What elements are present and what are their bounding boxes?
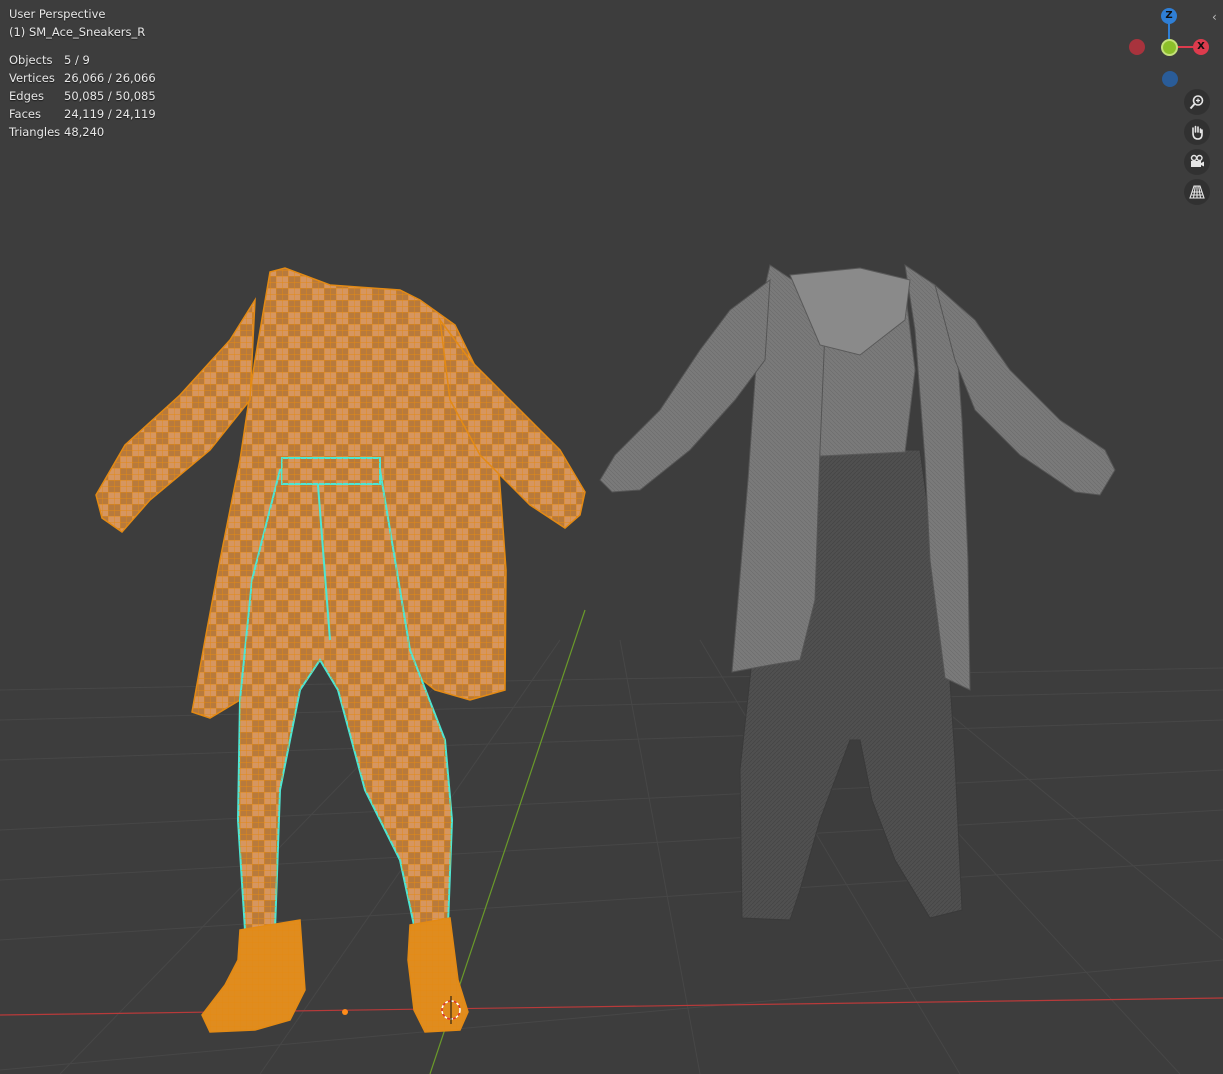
x-axis-line (0, 997, 1223, 1016)
unselected-outfit-mesh[interactable] (599, 263, 1116, 921)
stat-value: 26,066 / 26,066 (64, 71, 156, 85)
stat-label: Triangles (9, 125, 61, 139)
stat-label: Objects (9, 53, 53, 67)
stat-value: 50,085 / 50,085 (64, 89, 156, 103)
view-name: User Perspective (9, 7, 106, 21)
stat-row-vertices: Vertices 26,066 / 26,066 (9, 69, 156, 87)
zoom-button[interactable] (1184, 89, 1210, 115)
object-origin-dot (342, 1009, 348, 1015)
stat-value: 48,240 (64, 125, 105, 139)
active-object-name: (1) SM_Ace_Sneakers_R (9, 25, 146, 39)
pan-hand-icon (1192, 125, 1203, 140)
3d-viewport[interactable]: User Perspective (1) SM_Ace_Sneakers_R O… (0, 0, 1223, 1074)
navigation-gizmo[interactable]: Z X (1120, 0, 1220, 95)
scene-canvas[interactable] (0, 0, 1223, 1074)
stat-row-edges: Edges 50,085 / 50,085 (9, 87, 156, 105)
gizmo-neg-z-axis[interactable] (1162, 71, 1178, 87)
stat-row-objects: Objects 5 / 9 (9, 51, 156, 69)
stat-row-faces: Faces 24,119 / 24,119 (9, 105, 156, 123)
camera-icon (1190, 154, 1204, 167)
stat-label: Vertices (9, 71, 55, 85)
sidebar-toggle-icon[interactable]: ‹ (1212, 10, 1217, 24)
scene-statistics: Objects 5 / 9 Vertices 26,066 / 26,066 E… (9, 51, 156, 141)
gizmo-z-axis[interactable]: Z (1161, 8, 1177, 24)
zoom-icon (1189, 95, 1204, 110)
stat-value: 24,119 / 24,119 (64, 107, 156, 121)
stat-value: 5 / 9 (64, 53, 90, 67)
stat-label: Edges (9, 89, 44, 103)
gizmo-neg-x-axis[interactable] (1129, 39, 1145, 55)
camera-view-button[interactable] (1184, 149, 1210, 175)
viewport-info-overlay: User Perspective (1) SM_Ace_Sneakers_R O… (9, 5, 156, 141)
gizmo-y-axis[interactable] (1161, 39, 1178, 56)
pan-button[interactable] (1184, 119, 1210, 145)
perspective-toggle-button[interactable] (1184, 179, 1210, 205)
gizmo-x-axis[interactable]: X (1193, 39, 1209, 55)
grid-perspective-icon (1189, 185, 1205, 199)
stat-row-triangles: Triangles 48,240 (9, 123, 156, 141)
stat-label: Faces (9, 107, 41, 121)
